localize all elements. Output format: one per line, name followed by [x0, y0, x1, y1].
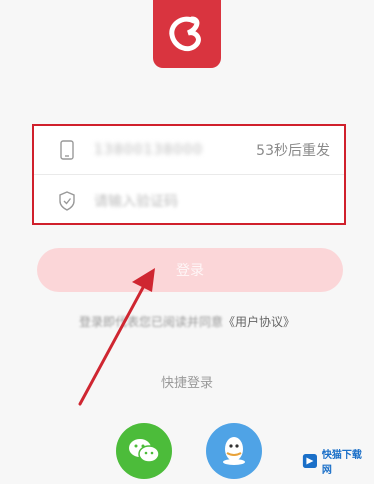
user-agreement-link[interactable]: 《用户协议》 — [223, 315, 295, 329]
login-form-highlight: 13800138000 53秒后重发 请输入验证码 — [32, 124, 346, 225]
wechat-icon — [129, 439, 160, 463]
watermark-text: 快猫下载网 — [321, 450, 362, 476]
watermark-logo-icon — [302, 453, 317, 469]
login-button[interactable]: 登录 — [37, 248, 343, 292]
phone-row: 13800138000 53秒后重发 — [34, 126, 344, 175]
phone-input[interactable]: 13800138000 — [94, 142, 256, 158]
annotation-arrow — [78, 268, 155, 406]
agreement-prefix: 登录即代表您已阅读并同意 — [78, 315, 223, 329]
site-watermark: 快猫下载网 — [302, 446, 366, 476]
verification-code-input[interactable]: 请输入验证码 — [94, 191, 178, 211]
login-button-label: 登录 — [176, 262, 204, 278]
qq-login-button[interactable] — [206, 423, 262, 479]
app-logo — [153, 0, 221, 68]
agreement-text: 登录即代表您已阅读并同意《用户协议》 — [0, 313, 374, 330]
shield-icon — [59, 190, 75, 211]
resend-countdown[interactable]: 53秒后重发 — [256, 140, 330, 160]
phone-icon — [60, 140, 74, 160]
quick-login-label: 快捷登录 — [160, 376, 213, 391]
code-row: 请输入验证码 — [34, 176, 344, 225]
logo-icon — [169, 16, 201, 52]
qq-icon — [223, 437, 245, 465]
wechat-login-button[interactable] — [116, 423, 172, 479]
